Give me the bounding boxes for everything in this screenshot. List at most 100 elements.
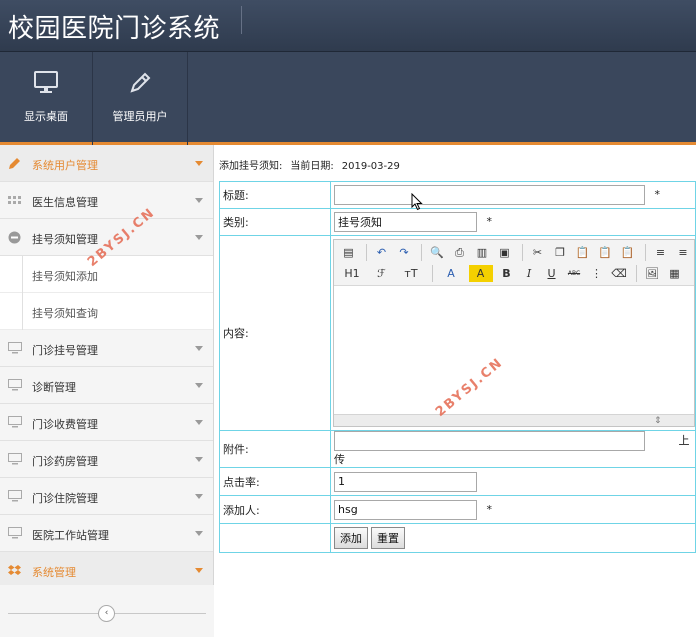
link-icon[interactable]: ⚭ [689,265,694,282]
required-mark: * [654,188,661,201]
sidebar-subitem-label: 挂号须知查询 [32,307,98,320]
chevron-down-icon [195,198,203,203]
dropbox-icon [8,564,21,576]
mouse-cursor-icon [411,192,423,214]
page-title: 添加挂号须知: [219,161,283,172]
category-input[interactable] [334,212,477,232]
sidebar-item-outpatient-registration[interactable]: 门诊挂号管理 [0,330,213,367]
submit-button[interactable]: 添加 [334,527,368,549]
sidebar-subitem-label: 挂号须知添加 [32,270,98,283]
monitor-icon [8,342,22,354]
top-toolbar: 显示桌面 管理员用户 [0,52,696,145]
table-icon[interactable]: ▦ [666,265,683,282]
reset-button[interactable]: 重置 [371,527,405,549]
font-size-button[interactable]: тT [399,265,423,282]
sidebar-item-outpatient-pharmacy[interactable]: 门诊药房管理 [0,441,213,478]
chevron-down-icon [195,457,203,462]
clicks-input[interactable] [334,471,477,492]
sidebar-collapse-button[interactable]: ‹ [98,605,115,622]
chevron-down-icon [195,161,203,166]
sidebar-item-diagnosis[interactable]: 诊断管理 [0,367,213,404]
sidebar-item-label: 挂号须知管理 [32,233,98,246]
chevron-down-icon [195,346,203,351]
editor-toolbar-row-1: ▤ ↶ ↷ 🔍 ⎙ ▥ ▣ ✂ ❐ 📋 📋 📋 ≡ ≡ [340,243,694,262]
form-row-clicks: 点击率: [219,467,696,496]
highlight-button[interactable]: A [468,264,493,282]
toolbar-separator [521,243,523,261]
paste-icon[interactable]: 📋 [574,244,591,261]
actions-cell: 添加 重置 [330,523,696,553]
sidebar-item-hospital-workstation[interactable]: 医院工作站管理 [0,515,213,552]
code-icon[interactable]: ▣ [496,244,513,261]
preview-icon[interactable]: 🔍 [429,244,446,261]
show-desktop-button[interactable]: 显示桌面 [0,52,93,145]
sidebar-subitem-notice-query[interactable]: 挂号须知查询 [0,293,213,330]
image-icon[interactable]: 🖼 [644,265,661,282]
paste-word-icon[interactable]: 📋 [619,244,636,261]
clicks-label: 点击率: [219,467,331,496]
monitor-icon [33,70,59,97]
underline-button[interactable]: U [543,265,560,282]
required-mark: * [486,215,493,228]
redo-icon[interactable]: ↷ [396,244,413,261]
attachment-input[interactable] [334,431,645,451]
strikethrough-button[interactable]: ABC [566,265,583,282]
line-height-icon[interactable]: ⋮ [588,265,605,282]
sidebar-item-system-users[interactable]: 系统用户管理 [0,145,213,182]
breadcrumb: 添加挂号须知: 当前日期: 2019-03-29 [219,157,408,172]
sidebar-item-label: 门诊药房管理 [32,455,98,468]
copy-icon[interactable]: ❐ [552,244,569,261]
sidebar-item-doctor-info[interactable]: 医生信息管理 [0,182,213,219]
template-icon[interactable]: ▥ [474,244,491,261]
print-icon[interactable]: ⎙ [451,244,468,261]
show-desktop-label: 显示桌面 [24,110,68,123]
font-color-button[interactable]: A [439,265,463,282]
eraser-icon[interactable]: ⌫ [611,265,628,282]
form-row-category: 类别: * [219,208,696,236]
sidebar-item-system-management[interactable]: 系统管理 [0,552,213,589]
sidebar-item-label: 门诊住院管理 [32,492,98,505]
pencil-icon [127,70,153,99]
chevron-down-icon [195,383,203,388]
minus-circle-icon [8,231,21,244]
chevron-down-icon [195,494,203,499]
cut-icon[interactable]: ✂ [529,244,546,261]
align-center-icon[interactable]: ≡ [675,244,692,261]
paste-text-icon[interactable]: 📋 [597,244,614,261]
chevron-down-icon [195,420,203,425]
toolbar-separator [636,264,637,282]
sidebar-item-inpatient[interactable]: 门诊住院管理 [0,478,213,515]
title-cell: * [330,181,696,209]
form-row-actions: 添加 重置 [219,523,696,553]
italic-button[interactable]: I [521,265,538,282]
app-header: 校园医院门诊系统 [0,0,696,52]
attachment-cell: 上传 [330,430,696,468]
editor-content-area[interactable] [334,285,694,414]
rich-text-editor: ▤ ↶ ↷ 🔍 ⎙ ▥ ▣ ✂ ❐ 📋 📋 📋 ≡ ≡ H1 ℱ тT A A … [333,238,695,427]
toolbar-separator [431,264,433,282]
heading-button[interactable]: H1 [340,265,364,282]
bold-button[interactable]: B [498,265,515,282]
adder-input[interactable] [334,499,477,520]
sidebar-subitem-notice-add[interactable]: 挂号须知添加 [0,256,213,293]
sidebar-item-label: 系统用户管理 [32,159,98,172]
form-row-title: 标题: * [219,181,696,209]
align-left-icon[interactable]: ≡ [652,244,669,261]
title-input[interactable] [334,185,645,205]
sidebar-collapse-bar: ‹ [0,585,214,637]
undo-icon[interactable]: ↶ [373,244,390,261]
editor-toolbar-row-2: H1 ℱ тT A A B I U ABC ⋮ ⌫ 🖼 ▦ [340,264,694,283]
pencil-icon [8,157,21,169]
clicks-cell [330,467,696,496]
font-family-button[interactable]: ℱ [370,265,394,282]
sidebar-item-outpatient-charges[interactable]: 门诊收费管理 [0,404,213,441]
actions-label-cell [219,523,331,553]
attachment-label: 附件: [219,430,331,468]
resize-handle-icon[interactable]: ⇕ [654,416,662,426]
toolbar-separator [365,243,367,261]
adder-label: 添加人: [219,495,331,524]
source-icon[interactable]: ▤ [340,244,357,261]
category-cell: * [330,208,696,236]
chevron-down-icon [195,235,203,240]
admin-user-button[interactable]: 管理员用户 [93,52,188,145]
